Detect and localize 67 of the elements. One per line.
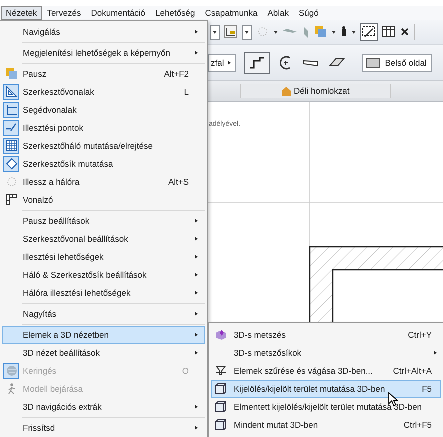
menu-item[interactable]: Pausz Alt+F2 <box>2 65 205 83</box>
table-icon[interactable] <box>382 25 396 39</box>
wall-type-button[interactable]: zfal <box>208 54 236 72</box>
dropdown-arrow-icon[interactable] <box>274 30 278 34</box>
menu-item[interactable]: 3D-s metszés Ctrl+Y <box>211 326 441 344</box>
menu-item[interactable]: Vonalzó <box>2 191 205 209</box>
menu-item[interactable]: Segédvonalak <box>2 101 205 119</box>
submenu-arrow-icon <box>195 255 198 259</box>
menu-item[interactable]: Szerkesztősík mutatása <box>2 155 205 173</box>
surface-swatch-icon <box>366 58 380 68</box>
menu-item[interactable]: 3D navigációs extrák <box>2 398 205 416</box>
menu-item[interactable]: Nagyítás <box>2 305 205 323</box>
stair-icon <box>249 56 266 68</box>
menu-item[interactable]: Elmentett kijelölés/kijelölt terület mutatása 3D-ben <box>211 398 441 416</box>
cube-icon <box>214 401 226 413</box>
menu-bar-item[interactable]: Tervezés <box>42 6 86 20</box>
menu-item[interactable]: Illesztési lehetőségek <box>2 248 205 266</box>
menu-item[interactable]: Mindent mutat 3D-ben Ctrl+F5 <box>211 416 441 434</box>
menu-item[interactable]: Illessz a hálóra Alt+S <box>2 173 205 191</box>
menu-item[interactable]: Szerkesztővonal beállítások <box>2 230 205 248</box>
menu-item[interactable]: Pausz beállítások <box>2 212 205 230</box>
submenu-arrow-icon <box>195 351 198 355</box>
cube-icon <box>214 383 226 395</box>
menu-bar-item[interactable]: Nézetek <box>1 6 42 20</box>
menu-item[interactable]: Háló & Szerkesztősík beállítások <box>2 266 205 284</box>
menu-bar-item[interactable]: Ablak <box>262 6 294 20</box>
submenu-arrow-icon <box>195 51 198 55</box>
menu-bar-item[interactable]: Súgó <box>294 6 324 20</box>
menu-item[interactable]: Megjelenítési lehetőségek a képernyőn <box>2 44 205 62</box>
submenu-arrow-icon <box>195 273 198 277</box>
submenu-arrow-icon <box>434 351 437 355</box>
figure-icon[interactable] <box>340 25 348 39</box>
surface-dropdown[interactable]: Belső oldal <box>362 54 432 72</box>
menu-item[interactable]: Elemek a 3D nézetben <box>2 326 205 344</box>
cube-icon <box>214 419 226 431</box>
menu-item[interactable]: Hálóra illesztési lehetőségek <box>2 284 205 302</box>
submenu-arrow-icon <box>195 291 198 295</box>
menu-bar-item[interactable]: Csapatmunka <box>200 6 263 20</box>
menu-item[interactable]: Illesztési pontok <box>2 119 205 137</box>
submenu-arrow-icon <box>195 219 198 223</box>
menu-item[interactable]: Kijelölés/kijelölt terület mutatása 3D-ben F5 <box>211 380 441 398</box>
walking-person-icon <box>6 383 18 395</box>
submenu-arrow-icon <box>195 333 198 337</box>
menu-item[interactable]: Frissítsd <box>2 419 205 437</box>
stair-tool-button[interactable] <box>244 52 270 74</box>
selection-icon[interactable] <box>360 23 378 41</box>
menu-bar-item[interactable]: Dokumentáció <box>86 6 151 20</box>
wedge-icon[interactable] <box>328 56 346 70</box>
dropdown-arrow-icon[interactable] <box>352 30 356 34</box>
submenu-arrow-icon <box>195 426 198 430</box>
house-icon <box>281 86 292 96</box>
cube-icon <box>214 329 226 341</box>
dropdown-arrow-icon[interactable] <box>332 30 336 34</box>
menu-item[interactable]: Elemek szűrése és vágása 3D-ben... Ctrl+Alt+A <box>211 362 441 380</box>
menu-bar-item[interactable]: Lehetőség <box>150 6 200 20</box>
submenu-arrow-icon <box>195 312 198 316</box>
funnel-icon <box>214 365 226 377</box>
menu-item[interactable]: Szerkesztőháló mutatása/elrejtése <box>2 137 205 155</box>
layers-icon <box>6 68 18 80</box>
menu-item[interactable]: 3D nézet beállítások <box>2 344 205 362</box>
menu-item[interactable]: Szerkesztővonalak L <box>2 83 205 101</box>
submenu-arrow-icon <box>195 30 198 34</box>
submenu-arrow-icon <box>195 405 198 409</box>
menu-item[interactable]: 3D-s metszősíkok <box>211 344 441 362</box>
submenu-arrow-icon <box>195 237 198 241</box>
view-tab[interactable]: Déli homlokzat <box>240 84 391 98</box>
ruler-icon <box>6 194 18 206</box>
